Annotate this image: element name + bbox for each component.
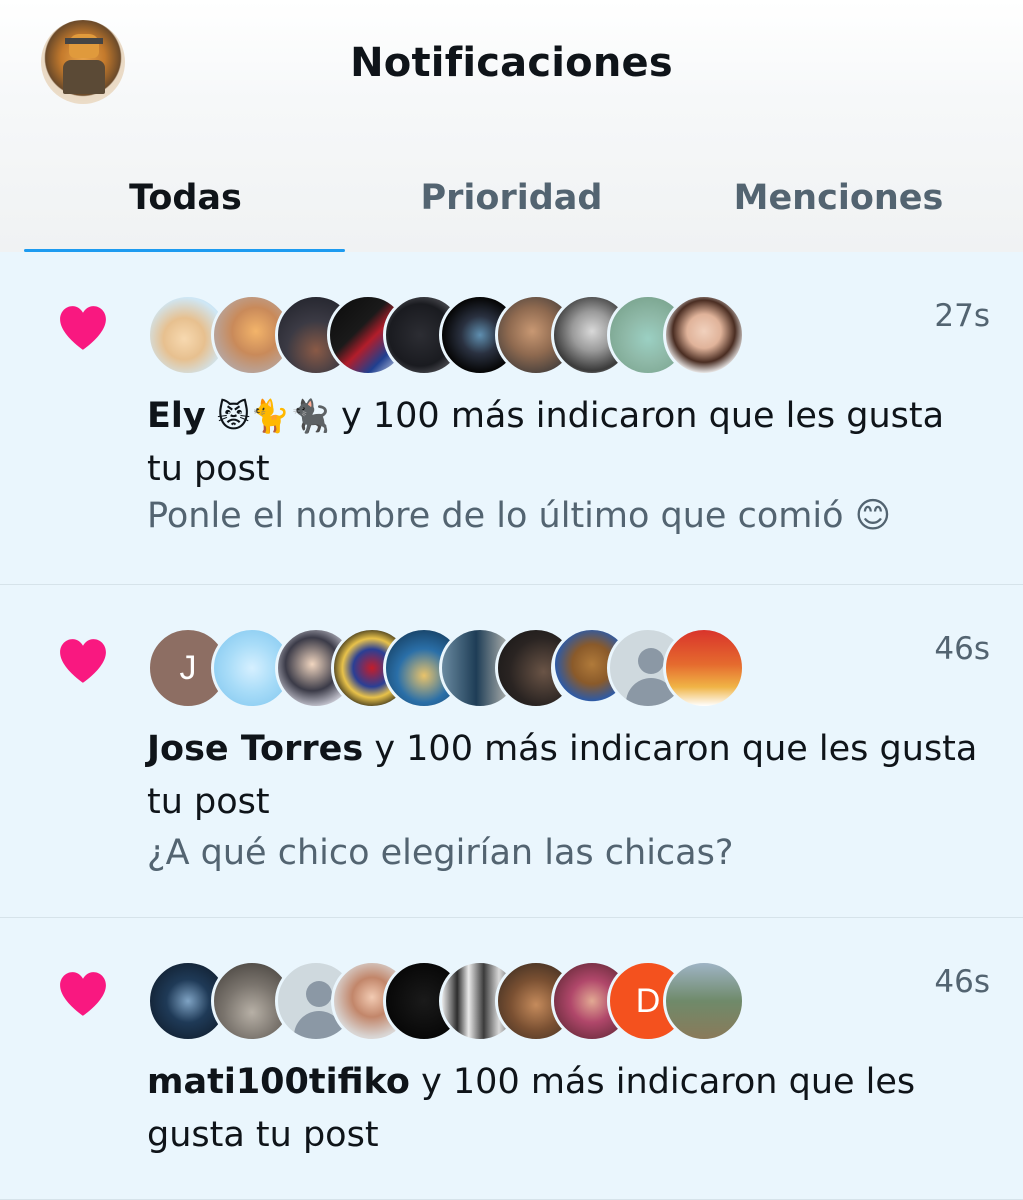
app-header: Notificaciones Todas Prioridad Menciones [0, 0, 1023, 252]
heart-icon [60, 639, 106, 683]
heart-icon [60, 306, 106, 350]
timestamp: 27s [934, 298, 990, 334]
notification-item[interactable]: J 46s Jose Torres y 100 más indicaron qu… [0, 585, 1023, 918]
user-name[interactable]: Jose Torres [147, 729, 363, 769]
avatar[interactable] [663, 960, 745, 1042]
user-name-emoji: 😾🐈🐈‍⬛ [216, 397, 330, 435]
post-snippet: Ponle el nombre de lo último que comió 😊 [147, 496, 892, 536]
liker-avatars: J [147, 627, 747, 709]
avatar[interactable] [663, 294, 745, 376]
notification-item[interactable]: 27s Ely 😾🐈🐈‍⬛ y 100 más indicaron que le… [0, 252, 1023, 585]
tab-prioridad[interactable]: Prioridad [341, 178, 682, 218]
user-name[interactable]: Ely [147, 396, 206, 436]
notification-summary: mati100tifiko y 100 más indicaron que le… [147, 1056, 927, 1162]
notification-summary: Ely 😾🐈🐈‍⬛ y 100 más indicaron que les gu… [147, 390, 987, 496]
tab-bar: Todas Prioridad Menciones [0, 160, 1023, 252]
avatar-initial: D [635, 981, 661, 1020]
default-avatar-head [638, 648, 664, 674]
liker-avatars [147, 294, 747, 376]
tab-menciones[interactable]: Menciones [668, 178, 1009, 218]
user-name[interactable]: mati100tifiko [147, 1062, 410, 1102]
tab-todas[interactable]: Todas [15, 178, 356, 218]
timestamp: 46s [934, 631, 990, 667]
avatar-initial: J [179, 648, 197, 687]
notification-summary: Jose Torres y 100 más indicaron que les … [147, 723, 987, 829]
heart-icon [60, 972, 106, 1016]
liker-avatars: D [147, 960, 747, 1042]
default-avatar-head [306, 981, 332, 1007]
post-snippet: ¿A qué chico elegirían las chicas? [147, 833, 734, 873]
avatar[interactable] [663, 627, 745, 709]
timestamp: 46s [934, 964, 990, 1000]
page-title: Notificaciones [350, 40, 673, 86]
notification-item[interactable]: D 46s mati100tifiko y 100 más indicaron … [0, 918, 1023, 1200]
